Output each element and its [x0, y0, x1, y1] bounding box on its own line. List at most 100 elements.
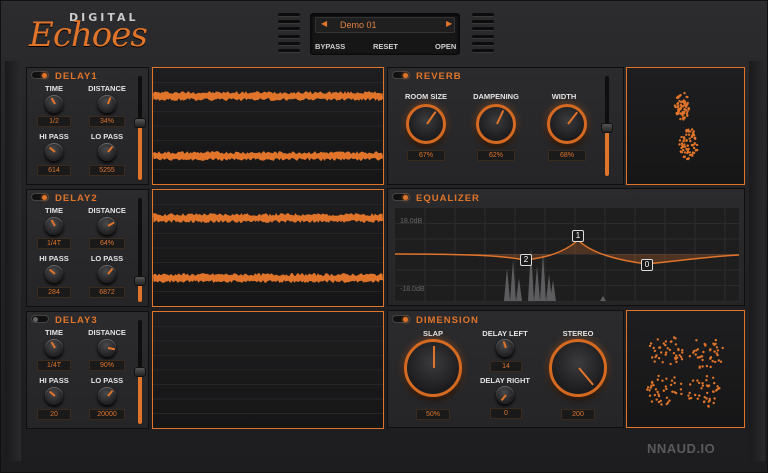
- delay1-time-label: TIME: [45, 84, 63, 93]
- width-knob[interactable]: [547, 104, 587, 144]
- brand-footer: NNAUD.IO: [647, 441, 716, 456]
- delay1-time-knob[interactable]: [45, 95, 63, 113]
- stereo-value: 200: [561, 409, 595, 420]
- delay3-hipass-label: HI PASS: [39, 376, 69, 385]
- reverb-mix-slider[interactable]: [601, 76, 613, 176]
- equalizer-curve: [394, 208, 740, 301]
- delay1-hipass-knob[interactable]: [45, 143, 63, 161]
- eq-node-0[interactable]: 0: [641, 259, 653, 271]
- reverb-title: REVERB: [416, 71, 462, 82]
- delay1-toggle[interactable]: [31, 71, 49, 79]
- slap-label: SLAP: [422, 329, 443, 338]
- delay3-lopass-knob[interactable]: [98, 387, 116, 405]
- dimension-scope: [626, 310, 745, 428]
- delay1-waveform-display: [152, 67, 384, 185]
- eq-node-2[interactable]: 2: [520, 254, 532, 266]
- preset-selector[interactable]: ◀ Demo 01 ▶: [315, 17, 455, 33]
- width-value: 68%: [548, 150, 586, 161]
- stereo-label: STEREO: [562, 329, 594, 338]
- eq-bottom-db-label: -18.0dB: [400, 286, 425, 293]
- dimension-title: DIMENSION: [416, 315, 479, 326]
- right-rail: [749, 61, 765, 461]
- delay2-hipass-label: HI PASS: [39, 254, 69, 263]
- delay2-time-value: 1/4T: [37, 238, 71, 249]
- delay-left-label: DELAY LEFT: [482, 329, 528, 338]
- reverb-panel: REVERB ROOM SIZE DAMPENING WIDTH 67% 62%…: [387, 67, 624, 185]
- equalizer-title: EQUALIZER: [416, 193, 480, 204]
- delay1-distance-knob[interactable]: [98, 95, 116, 113]
- room-size-label: ROOM SIZE: [404, 92, 448, 101]
- delay1-waveform: [153, 82, 383, 170]
- delay1-hipass-label: HI PASS: [39, 132, 69, 141]
- delay2-distance-label: DISTANCE: [88, 206, 126, 215]
- delay3-hipass-value: 20: [37, 409, 71, 420]
- delay-right-value: 0: [490, 408, 522, 419]
- delay-left-knob[interactable]: [496, 339, 514, 357]
- delay2-toggle[interactable]: [31, 193, 49, 201]
- delay2-hipass-knob[interactable]: [45, 265, 63, 283]
- delay3-time-knob[interactable]: [45, 339, 63, 357]
- slap-value: 50%: [416, 409, 450, 420]
- room-size-value: 67%: [407, 150, 445, 161]
- delay2-lopass-knob[interactable]: [98, 265, 116, 283]
- delay1-wave-channel-1: [153, 91, 383, 101]
- delay3-distance-knob[interactable]: [98, 339, 116, 357]
- preset-browser: ◀ Demo 01 ▶ BYPASS RESET OPEN: [310, 13, 460, 55]
- preset-prev-button[interactable]: ◀: [321, 19, 327, 28]
- equalizer-graph[interactable]: 18.0dB -18.0dB 1 2 0: [394, 207, 740, 302]
- delay1-mix-slider[interactable]: [134, 76, 146, 180]
- delay1-wave-channel-2: [153, 151, 383, 161]
- stereo-knob[interactable]: [549, 339, 607, 397]
- delay2-time-label: TIME: [45, 206, 63, 215]
- delay3-lopass-label: LO PASS: [90, 376, 124, 385]
- delay2-title: DELAY2: [55, 193, 98, 204]
- delay1-distance-label: DISTANCE: [88, 84, 126, 93]
- delay2-lopass-label: LO PASS: [90, 254, 124, 263]
- delay3-toggle[interactable]: [31, 315, 49, 323]
- dimension-toggle[interactable]: [392, 315, 410, 323]
- delay3-distance-label: DISTANCE: [88, 328, 126, 337]
- reset-button[interactable]: RESET: [373, 42, 398, 51]
- delay-right-knob[interactable]: [496, 386, 514, 404]
- delay1-distance-value: 34%: [89, 116, 125, 127]
- delay-right-label: DELAY RIGHT: [480, 376, 531, 385]
- dampening-label: DAMPENING: [473, 92, 519, 101]
- room-size-knob[interactable]: [406, 104, 446, 144]
- eq-node-1[interactable]: 1: [572, 230, 584, 242]
- delay2-lopass-value: 6872: [89, 287, 125, 298]
- reverb-scope: [626, 67, 745, 185]
- width-label: WIDTH: [551, 92, 577, 101]
- delay1-lopass-knob[interactable]: [98, 143, 116, 161]
- delay2-waveform-display: [152, 189, 384, 307]
- delay2-controls: DELAY2 TIME DISTANCE 1/4T 64% HI PASS LO…: [26, 189, 149, 307]
- delay2-wave-channel-1: [153, 213, 383, 223]
- delay2-mix-slider[interactable]: [134, 198, 146, 302]
- delay3-time-value: 1/4T: [37, 360, 71, 371]
- delay3-title: DELAY3: [55, 315, 98, 326]
- speaker-grille-right: [472, 13, 494, 53]
- delay1-time-value: 1/2: [37, 116, 71, 127]
- delay2-wave-channel-2: [153, 273, 383, 283]
- equalizer-toggle[interactable]: [392, 193, 410, 201]
- plugin-window: DIGITAL Echoes ◀ Demo 01 ▶ BYPASS RESET …: [0, 0, 768, 473]
- equalizer-panel: EQUALIZER 18.0dB -18.0dB 1 2 0: [387, 188, 745, 306]
- speaker-grille-left: [278, 13, 300, 53]
- preset-name: Demo 01: [340, 20, 377, 30]
- delay1-lopass-label: LO PASS: [90, 132, 124, 141]
- slap-knob[interactable]: [404, 339, 462, 397]
- delay1-controls: DELAY1 TIME DISTANCE 1/2 34% HI PASS LO …: [26, 67, 149, 185]
- delay3-hipass-knob[interactable]: [45, 387, 63, 405]
- open-button[interactable]: OPEN: [435, 42, 456, 51]
- delay3-controls: DELAY3 TIME DISTANCE 1/4T 90% HI PASS LO…: [26, 311, 149, 429]
- delay2-distance-knob[interactable]: [98, 217, 116, 235]
- dampening-knob[interactable]: [476, 104, 516, 144]
- delay2-time-knob[interactable]: [45, 217, 63, 235]
- delay3-mix-slider[interactable]: [134, 320, 146, 424]
- dampening-value: 62%: [477, 150, 515, 161]
- reverb-toggle[interactable]: [392, 71, 410, 79]
- preset-next-button[interactable]: ▶: [446, 19, 452, 28]
- eq-top-db-label: 18.0dB: [400, 218, 423, 225]
- bypass-button[interactable]: BYPASS: [315, 42, 345, 51]
- delay1-lopass-value: 5255: [89, 165, 125, 176]
- delay3-time-label: TIME: [45, 328, 63, 337]
